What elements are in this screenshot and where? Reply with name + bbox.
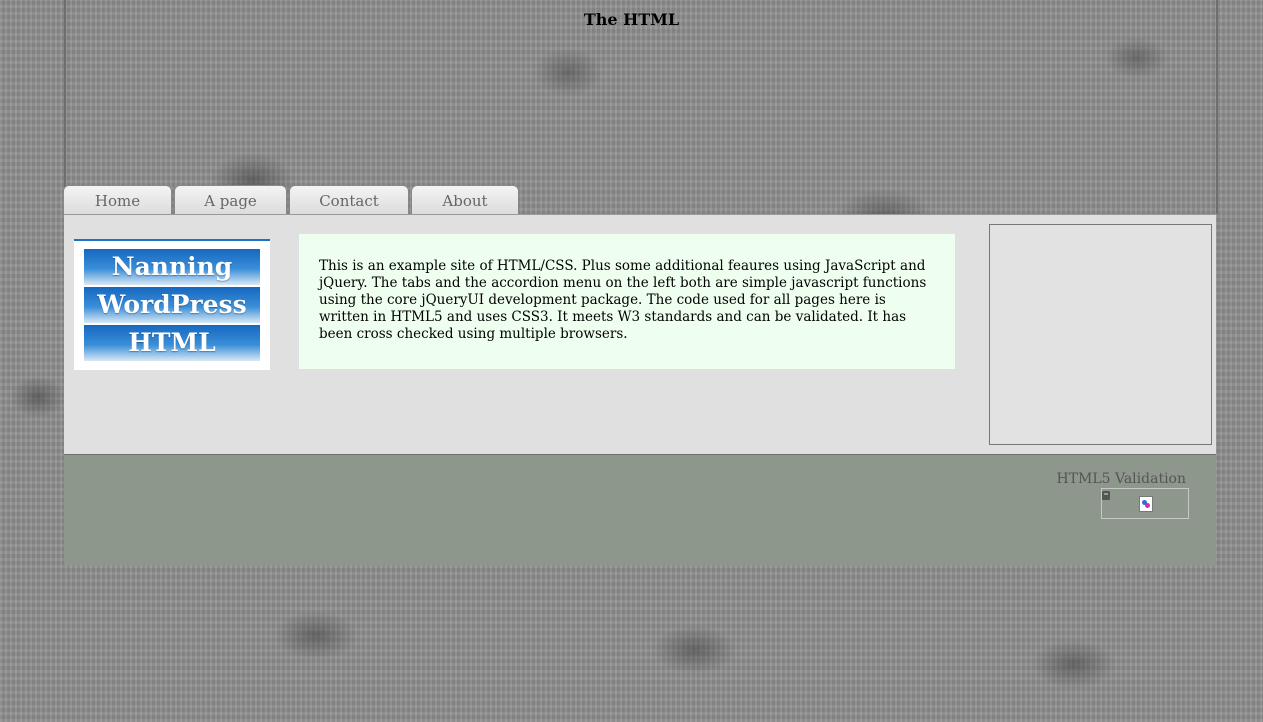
site-title: The HTML: [583, 10, 680, 29]
tab-contact[interactable]: Contact: [289, 185, 409, 214]
intro-text: This is an example site of HTML/CSS. Plu…: [299, 234, 955, 369]
footer: HTML5 Validation: [64, 454, 1216, 565]
logo-line-html: HTML: [84, 325, 260, 361]
site-logo[interactable]: Nanning WordPress HTML: [74, 239, 270, 370]
tab-home[interactable]: Home: [63, 185, 172, 214]
logo-line-nanning: Nanning: [84, 249, 260, 285]
validator-badge-icon[interactable]: [1139, 496, 1153, 512]
broken-image-icon: [1102, 491, 1110, 500]
validation-label: HTML5 Validation: [1056, 471, 1186, 487]
logo-line-wordpress: WordPress: [84, 287, 260, 323]
validation-badge-link[interactable]: [1101, 488, 1189, 519]
sidebar-panel: [989, 224, 1212, 445]
tab-about[interactable]: About: [411, 185, 519, 214]
tab-a-page[interactable]: A page: [174, 185, 287, 214]
header-frame: [64, 0, 1218, 214]
main-nav-tabs: Home A page Contact About: [63, 185, 521, 215]
main-content: Nanning WordPress HTML This is an exampl…: [64, 214, 1216, 455]
